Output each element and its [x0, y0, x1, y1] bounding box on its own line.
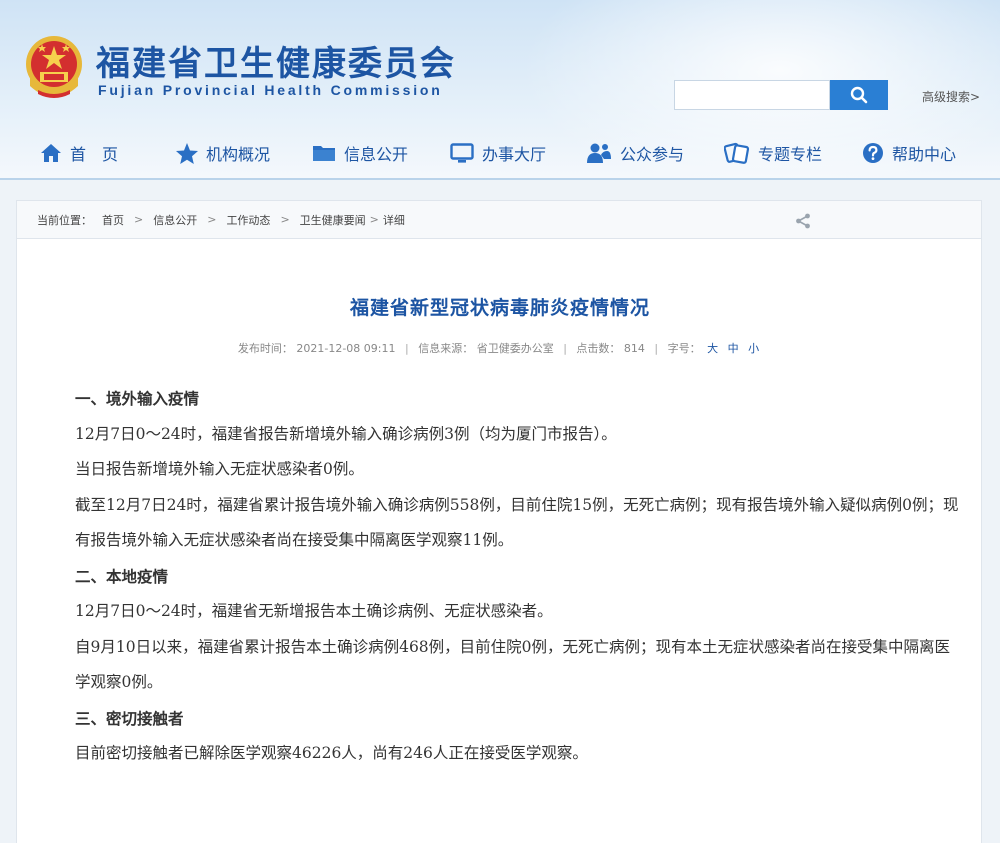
article-meta: 发布时间： 2021-12-08 09:11 | 信息来源： 省卫健委办公室 |…	[17, 340, 983, 356]
search-icon	[850, 86, 868, 104]
article-paragraph: 12月7日0～24时，福建省无新增报告本土确诊病例、无症状感染者。	[75, 602, 553, 620]
breadcrumb-item-work-news[interactable]: 工作动态	[226, 212, 270, 228]
national-emblem-icon	[26, 36, 82, 98]
nav-item-public-participation[interactable]: 公众参与	[586, 126, 685, 178]
main-nav: 首 页 机构概况 信息公开 办事大厅 公众参与 专题专栏 帮助中心	[0, 126, 1000, 178]
search-button[interactable]	[830, 80, 888, 110]
search-input[interactable]	[674, 80, 830, 110]
share-icon[interactable]	[795, 213, 811, 229]
nav-item-service-hall[interactable]: 办事大厅	[450, 126, 547, 178]
font-size-label: 字号：	[667, 342, 701, 355]
section-heading: 二、本地疫情	[75, 566, 169, 586]
nav-label: 帮助中心	[892, 145, 957, 164]
site-title: 福建省卫生健康委员会	[96, 44, 456, 84]
nav-item-info-open[interactable]: 信息公开	[312, 126, 409, 178]
nav-label: 办事大厅	[482, 145, 547, 164]
article-panel: 福建省新型冠状病毒肺炎疫情情况 发布时间： 2021-12-08 09:11 |…	[16, 238, 982, 843]
breadcrumb: 当前位置： 首页 > 信息公开 > 工作动态 > 卫生健康要闻 > 详细	[16, 200, 982, 238]
nav-item-help-center[interactable]: 帮助中心	[862, 126, 957, 178]
breadcrumb-item-info-open[interactable]: 信息公开	[153, 212, 197, 228]
section-heading: 三、密切接触者	[75, 708, 184, 728]
home-icon	[41, 144, 61, 162]
article-body: 一、境外输入疫情 12月7日0～24时，福建省报告新增境外输入确诊病例3例（均为…	[75, 381, 959, 772]
monitor-icon	[450, 142, 474, 163]
star-icon	[176, 142, 198, 164]
breadcrumb-item-health-news[interactable]: 卫生健康要闻	[300, 212, 366, 228]
nav-item-home[interactable]: 首 页	[40, 126, 119, 178]
publish-time: 2021-12-08 09:11	[296, 342, 396, 355]
breadcrumb-prefix: 当前位置：	[37, 213, 92, 227]
chevron-right-icon: >	[207, 213, 217, 226]
site-header: 福建省卫生健康委员会 Fujian Provincial Health Comm…	[0, 0, 1000, 180]
source-label: 信息来源：	[418, 342, 474, 355]
article-paragraph: 当日报告新增境外输入无症状感染者0例。	[75, 460, 364, 478]
people-icon	[587, 143, 611, 163]
meta-divider: |	[404, 342, 409, 355]
article-paragraph: 自9月10日以来，福建省累计报告本土确诊病例468例，目前住院0例，无死亡病例；…	[75, 637, 951, 692]
nav-item-special-topics[interactable]: 专题专栏	[724, 126, 823, 178]
nav-label: 机构概况	[206, 145, 271, 164]
meta-divider: |	[654, 342, 659, 355]
site-subtitle: Fujian Provincial Health Commission	[98, 82, 443, 98]
nav-label: 公众参与	[620, 145, 685, 164]
help-icon	[863, 143, 883, 163]
chevron-right-icon: >	[369, 213, 379, 226]
article-paragraph: 截至12月7日24时，福建省累计报告境外输入确诊病例558例，目前住院15例，无…	[75, 495, 959, 550]
font-size-large-button[interactable]: 大	[707, 342, 718, 355]
font-size-medium-button[interactable]: 中	[728, 342, 739, 355]
clicks-count: 814	[623, 342, 645, 355]
section-heading: 一、境外输入疫情	[75, 389, 200, 408]
font-size-small-button[interactable]: 小	[748, 342, 759, 355]
advanced-search-link[interactable]: 高级搜索>	[922, 88, 980, 105]
nav-label: 信息公开	[344, 145, 409, 164]
chevron-right-icon: >	[134, 213, 144, 226]
breadcrumb-item-home[interactable]: 首页	[102, 212, 124, 228]
cards-icon	[724, 142, 750, 164]
meta-divider: |	[563, 342, 567, 355]
clicks-label: 点击数：	[576, 342, 621, 355]
nav-label: 专题专栏	[758, 145, 823, 164]
nav-item-about[interactable]: 机构概况	[176, 126, 271, 178]
article-paragraph: 12月7日0～24时，福建省报告新增境外输入确诊病例3例（均为厦门市报告）。	[75, 424, 617, 443]
article-title: 福建省新型冠状病毒肺炎疫情情况	[349, 297, 650, 319]
source: 省卫健委办公室	[476, 342, 554, 355]
breadcrumb-item-current: 详细	[382, 213, 405, 227]
folder-icon	[313, 146, 335, 161]
chevron-right-icon: >	[280, 213, 290, 226]
article-paragraph: 目前密切接触者已解除医学观察46226人，尚有246人正在接受医学观察。	[75, 744, 588, 762]
nav-label: 首 页	[70, 145, 119, 164]
publish-label: 发布时间：	[237, 342, 293, 355]
